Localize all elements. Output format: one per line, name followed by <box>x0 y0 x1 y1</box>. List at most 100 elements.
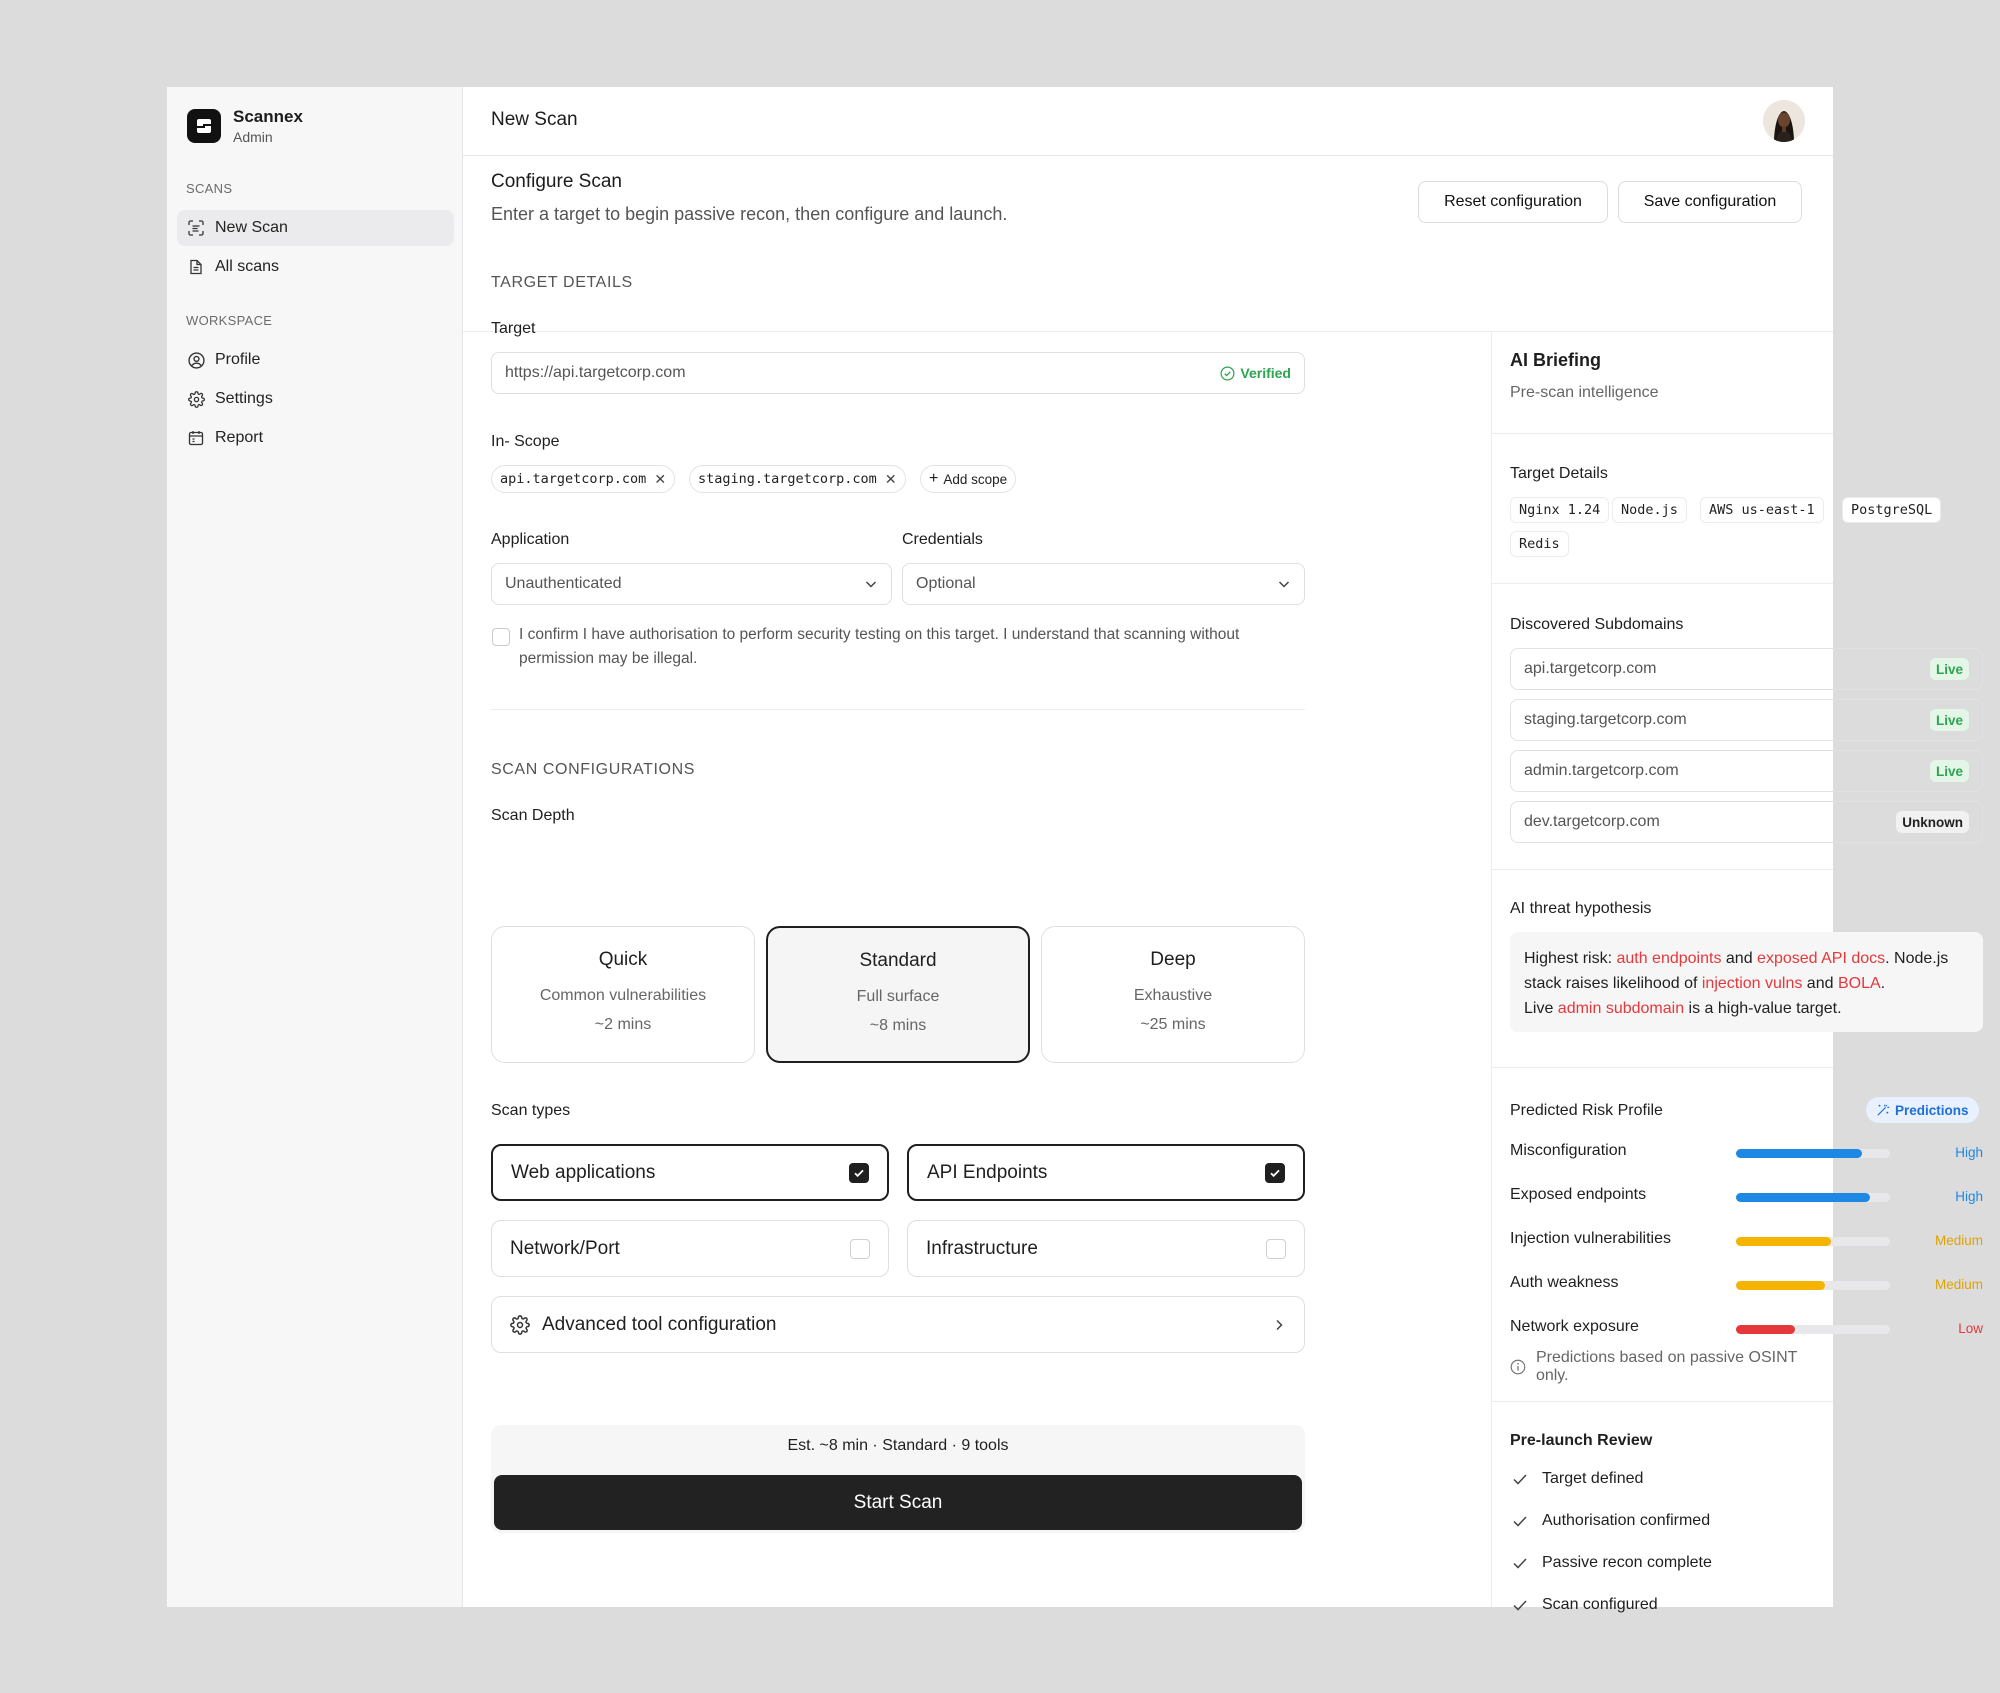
risk-row: Exposed endpoints High <box>1510 1186 1983 1208</box>
application-label: Application <box>491 531 570 548</box>
review-item-label: Target defined <box>1542 1470 1644 1487</box>
launch-panel: Est. ~8 min · Standard · 9 tools Start S… <box>491 1425 1305 1533</box>
top-bar: New Scan <box>463 87 1833 156</box>
credentials-select[interactable]: Optional <box>902 563 1305 605</box>
risk-level: High <box>1955 1189 1983 1204</box>
status-badge: Live <box>1929 709 1969 731</box>
divider <box>1492 1067 1833 1068</box>
brand-role: Admin <box>233 129 273 145</box>
authorisation-checkbox[interactable] <box>492 628 510 646</box>
depth-option-deep[interactable]: Deep Exhaustive ~25 mins <box>1041 926 1305 1063</box>
risk-name: Auth weakness <box>1510 1274 1619 1291</box>
risk-name: Injection vulnerabilities <box>1510 1230 1671 1247</box>
depth-option-standard[interactable]: Standard Full surface ~8 mins <box>766 926 1030 1063</box>
risk-bar-fill <box>1736 1149 1863 1158</box>
scan-type-network-port[interactable]: Network/Port <box>491 1220 889 1277</box>
checkbox-unchecked-icon[interactable] <box>850 1238 870 1259</box>
hyp-text: . <box>1880 975 1886 992</box>
risk-bar <box>1736 1193 1890 1202</box>
checkbox-checked-icon[interactable] <box>1265 1162 1285 1183</box>
scan-type-api-endpoints[interactable]: API Endpoints <box>907 1144 1305 1201</box>
add-scope-button[interactable]: + Add scope <box>920 465 1017 493</box>
scan-config-section-title: SCAN CONFIGURATIONS <box>491 761 696 778</box>
chevron-right-icon <box>1276 1319 1283 1330</box>
configure-header: Configure Scan Enter a target to begin p… <box>463 156 1833 332</box>
gear-icon <box>187 390 205 408</box>
risk-bar-fill <box>1736 1193 1870 1202</box>
subdomain-row: api.targetcorp.com Live <box>1510 648 1983 690</box>
scan-type-web-applications[interactable]: Web applications <box>491 1144 889 1201</box>
hyp-highlight: BOLA <box>1837 975 1881 992</box>
advanced-label: Advanced tool configuration <box>542 1313 777 1335</box>
checkmark-icon <box>1513 1600 1527 1611</box>
close-icon[interactable]: ✕ <box>654 471 666 488</box>
calendar-icon <box>187 429 205 447</box>
risk-row: Network exposure Low <box>1510 1318 1983 1340</box>
brand-logo-icon <box>187 109 221 143</box>
check-circle-icon <box>1220 366 1235 380</box>
depth-name: Standard <box>859 950 937 971</box>
info-icon <box>1510 1359 1526 1375</box>
depth-name: Deep <box>1150 949 1196 970</box>
authorisation-consent-text: I confirm I have authorisation to perfor… <box>519 626 1240 667</box>
divider <box>1492 433 1833 434</box>
hypothesis-title: AI threat hypothesis <box>1510 900 1652 917</box>
review-title: Pre-launch Review <box>1510 1432 1653 1449</box>
checkbox-checked-icon[interactable] <box>849 1162 869 1183</box>
sidebar-section-workspace: WORKSPACE <box>186 313 273 328</box>
close-icon[interactable]: ✕ <box>885 471 897 488</box>
configure-subtitle: Enter a target to begin passive recon, t… <box>491 204 1008 224</box>
subdomain-host: dev.targetcorp.com <box>1524 813 1660 830</box>
target-label: Target <box>491 320 536 337</box>
scan-type-infrastructure[interactable]: Infrastructure <box>907 1220 1305 1277</box>
target-input[interactable]: https://api.targetcorp.com Verified <box>491 352 1305 394</box>
sidebar-item-settings[interactable]: Settings <box>177 381 454 417</box>
tech-tag: AWS us-east-1 <box>1700 497 1824 523</box>
tech-tag: Node.js <box>1612 497 1687 523</box>
depth-name: Quick <box>598 949 648 970</box>
reset-configuration-button[interactable]: Reset configuration <box>1418 181 1608 223</box>
review-item-label: Authorisation confirmed <box>1542 1512 1711 1529</box>
depth-option-quick[interactable]: Quick Common vulnerabilities ~2 mins <box>491 926 755 1063</box>
scan-type-label: Web applications <box>511 1161 656 1183</box>
divider <box>491 709 1305 710</box>
checkmark-icon <box>1513 1474 1527 1485</box>
depth-time: ~2 mins <box>594 1016 652 1033</box>
scan-depth-label: Scan Depth <box>491 807 575 824</box>
depth-desc: Common vulnerabilities <box>539 987 707 1004</box>
hyp-highlight: admin subdomain <box>1557 1000 1685 1017</box>
risk-bar <box>1736 1281 1890 1290</box>
briefing-subtitle: Pre-scan intelligence <box>1510 384 1659 401</box>
avatar[interactable] <box>1763 100 1805 142</box>
sidebar-item-label: Report <box>215 429 264 446</box>
sidebar-item-label: All scans <box>215 258 280 275</box>
predictions-badge: Predictions <box>1866 1097 1979 1123</box>
predictions-note-text: Predictions based on passive OSINT only. <box>1535 1349 1798 1384</box>
checkbox-unchecked-icon[interactable] <box>1266 1238 1286 1259</box>
hyp-text: and <box>1721 950 1758 967</box>
risk-level: Low <box>1958 1321 1983 1336</box>
document-icon <box>187 258 205 276</box>
subdomain-host: admin.targetcorp.com <box>1524 762 1679 779</box>
application-select[interactable]: Unauthenticated <box>491 563 892 605</box>
sidebar-item-new-scan[interactable]: New Scan <box>177 210 454 246</box>
save-configuration-button[interactable]: Save configuration <box>1618 181 1802 223</box>
sidebar-item-profile[interactable]: Profile <box>177 342 454 378</box>
sidebar-item-all-scans[interactable]: All scans <box>177 249 454 285</box>
page-title: New Scan <box>491 109 578 130</box>
hyp-highlight: auth endpoints <box>1616 950 1722 967</box>
review-item: Authorisation confirmed <box>1510 1512 1710 1530</box>
credentials-label: Credentials <box>902 531 983 548</box>
advanced-tool-configuration[interactable]: Advanced tool configuration <box>491 1296 1305 1353</box>
verified-label: Verified <box>1240 365 1291 381</box>
sidebar-item-report[interactable]: Report <box>177 420 454 456</box>
start-scan-button[interactable]: Start Scan <box>494 1475 1302 1530</box>
target-details-section-title: TARGET DETAILS <box>491 274 633 291</box>
depth-desc: Full surface <box>856 988 940 1005</box>
scope-label: In- Scope <box>491 433 560 450</box>
sidebar-item-label: New Scan <box>215 219 288 236</box>
app-window: Scannex Admin SCANS New Scan All scans W… <box>167 87 1983 1613</box>
risk-row: Misconfiguration High <box>1510 1142 1983 1164</box>
target-details-title: Target Details <box>1510 465 1608 482</box>
add-scope-label: Add scope <box>943 471 1008 487</box>
